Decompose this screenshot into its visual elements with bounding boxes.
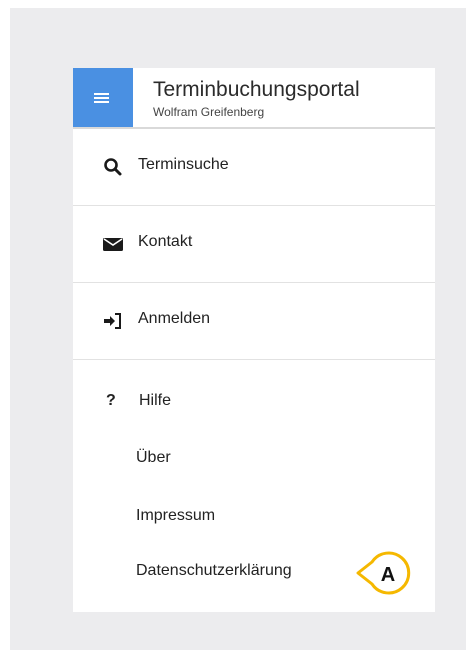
callout-label: A (381, 564, 395, 586)
nav-label: Terminsuche (138, 156, 229, 173)
help-item-ueber[interactable]: Über (136, 449, 171, 467)
menu-toggle-button[interactable] (73, 68, 133, 127)
annotation-callout: A (356, 551, 411, 595)
app-subtitle: Wolfram Greifenberg (153, 105, 265, 119)
app-title: Terminbuchungsportal (153, 78, 360, 101)
nav-item-anmelden[interactable]: Anmelden (73, 283, 435, 360)
menu-header: Terminbuchungsportal Wolfram Greifenberg (73, 68, 435, 129)
nav-label: Kontakt (138, 233, 193, 250)
side-menu: Terminbuchungsportal Wolfram Greifenberg… (73, 68, 435, 612)
help-item-impressum[interactable]: Impressum (136, 507, 215, 525)
sign-in-icon (104, 313, 121, 329)
nav-label: Anmelden (138, 310, 211, 327)
question-icon: ? (106, 392, 116, 409)
help-heading[interactable]: Hilfe (139, 392, 171, 410)
envelope-icon (103, 238, 123, 251)
help-item-datenschutz[interactable]: Datenschutzerklärung (136, 562, 292, 580)
nav-item-terminsuche[interactable]: Terminsuche (73, 129, 435, 206)
nav-item-kontakt[interactable]: Kontakt (73, 206, 435, 283)
search-icon (104, 158, 122, 176)
hamburger-icon (94, 93, 109, 95)
app-background: Terminbuchungsportal Wolfram Greifenberg… (10, 8, 466, 650)
